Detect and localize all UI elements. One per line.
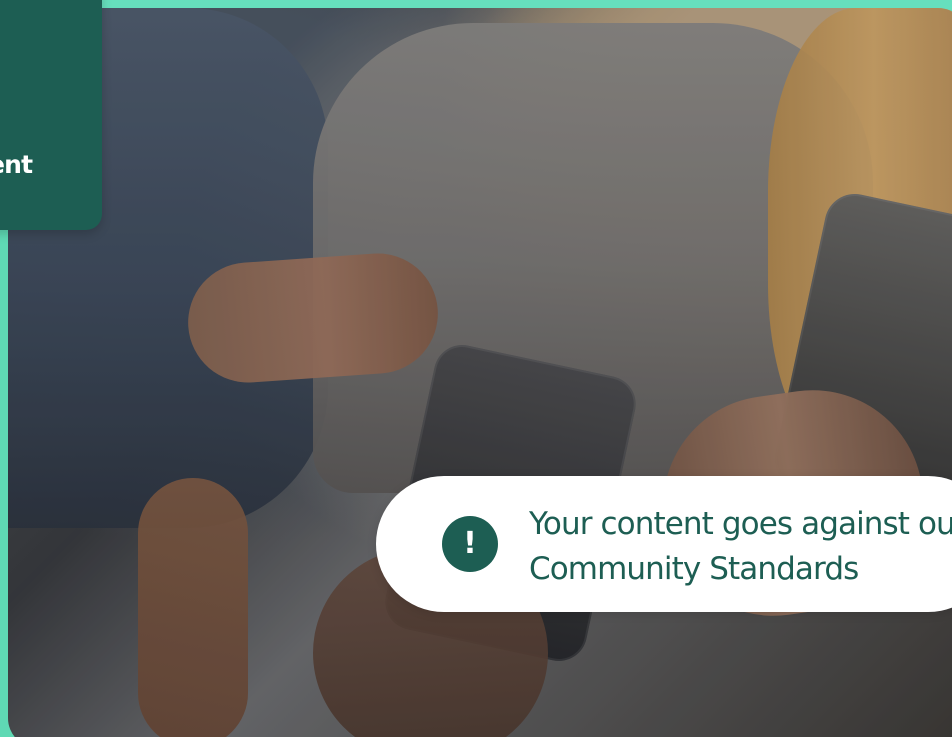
exclamation-icon: ! bbox=[442, 516, 498, 572]
background-photo bbox=[8, 8, 952, 737]
content-warning-alert[interactable]: ! Your content goes against ou Community… bbox=[376, 476, 952, 612]
side-menu-label: ent bbox=[0, 150, 33, 179]
alert-message-line-2: Community Standards bbox=[529, 551, 859, 587]
alert-message-line-1: Your content goes against ou bbox=[529, 506, 952, 542]
side-menu-card[interactable]: ent bbox=[0, 0, 102, 230]
photo-overlay bbox=[8, 8, 952, 737]
screenshot-stage: ent ! Your content goes against ou Commu… bbox=[0, 0, 952, 737]
alert-message: Your content goes against ou Community S… bbox=[529, 502, 952, 592]
